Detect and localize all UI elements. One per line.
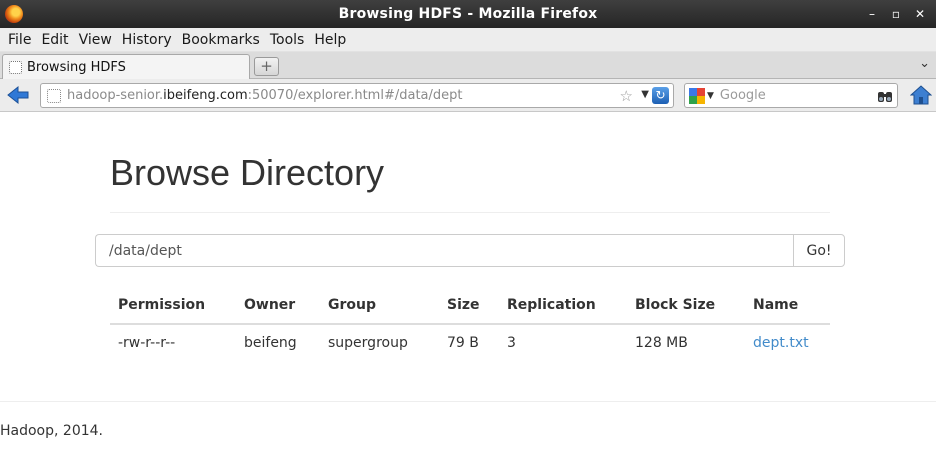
menu-bar: File Edit View History Bookmarks Tools H… — [0, 28, 936, 52]
close-icon[interactable]: ✕ — [910, 4, 930, 24]
maximize-icon[interactable]: ▫ — [886, 4, 906, 24]
menu-tools[interactable]: Tools — [265, 32, 310, 48]
cell-permission: -rw-r--r-- — [118, 335, 176, 351]
search-engine-selector[interactable]: ▼ — [689, 87, 714, 104]
url-bar[interactable]: hadoop-senior.ibeifeng.com:50070/explore… — [40, 83, 674, 108]
tab-browsing-hdfs[interactable]: Browsing HDFS — [2, 54, 250, 79]
reload-icon[interactable]: ↻ — [652, 87, 669, 104]
go-button[interactable]: Go! — [793, 234, 845, 267]
page-content: Browse Directory Go! Permission Owner Gr… — [0, 112, 936, 450]
cell-replication: 3 — [507, 335, 516, 351]
menu-history[interactable]: History — [117, 32, 177, 48]
column-header-replication[interactable]: Replication — [499, 286, 627, 325]
tab-label: Browsing HDFS — [27, 59, 126, 75]
footer-divider — [0, 401, 936, 402]
column-header-group[interactable]: Group — [320, 286, 439, 325]
bookmark-star-icon[interactable]: ☆ — [620, 87, 633, 105]
window-titlebar: Browsing HDFS - Mozilla Firefox – ▫ ✕ — [0, 0, 936, 28]
heading-divider — [110, 212, 830, 213]
url-dropdown-icon[interactable]: ▼ — [641, 89, 649, 100]
search-input[interactable]: Google — [720, 88, 766, 103]
directory-path-input[interactable] — [95, 234, 793, 267]
column-header-block-size[interactable]: Block Size — [627, 286, 745, 325]
search-bar[interactable]: ▼ Google — [684, 83, 898, 108]
back-arrow-icon[interactable] — [6, 85, 30, 105]
column-header-permission[interactable]: Permission — [110, 286, 236, 325]
google-icon — [689, 87, 705, 104]
footer-text: Hadoop, 2014. — [0, 423, 103, 439]
table-header-row: Permission Owner Group Size Replication … — [110, 286, 830, 325]
tab-list-chevron-icon[interactable]: ⌄ — [919, 56, 930, 71]
cell-block-size: 128 MB — [635, 335, 688, 351]
menu-view[interactable]: View — [74, 32, 117, 48]
minimize-icon[interactable]: – — [862, 4, 882, 24]
menu-bookmarks[interactable]: Bookmarks — [177, 32, 265, 48]
binoculars-icon[interactable] — [877, 88, 893, 104]
page-icon — [9, 60, 22, 74]
cell-size: 79 B — [447, 335, 479, 351]
cell-owner: beifeng — [244, 335, 297, 351]
column-header-name[interactable]: Name — [745, 286, 830, 325]
directory-path-form: Go! — [95, 234, 845, 267]
site-identity-icon[interactable] — [47, 88, 61, 103]
chevron-down-icon: ▼ — [707, 90, 714, 101]
firefox-icon — [5, 5, 23, 23]
new-tab-button[interactable]: + — [254, 57, 279, 76]
cell-name: dept.txt — [745, 324, 830, 361]
navigation-bar: hadoop-senior.ibeifeng.com:50070/explore… — [0, 79, 936, 112]
menu-edit[interactable]: Edit — [36, 32, 73, 48]
directory-listing-table: Permission Owner Group Size Replication … — [110, 286, 830, 361]
window-controls: – ▫ ✕ — [862, 4, 930, 24]
column-header-size[interactable]: Size — [439, 286, 499, 325]
menu-file[interactable]: File — [3, 32, 36, 48]
column-header-owner[interactable]: Owner — [236, 286, 320, 325]
window-title: Browsing HDFS - Mozilla Firefox — [338, 6, 598, 22]
table-row: -rw-r--r-- beifeng supergroup 79 B 3 128… — [110, 324, 830, 361]
cell-group: supergroup — [328, 335, 408, 351]
url-text[interactable]: hadoop-senior.ibeifeng.com:50070/explore… — [67, 88, 463, 103]
tab-strip: Browsing HDFS + ⌄ — [0, 52, 936, 79]
home-icon[interactable] — [910, 85, 932, 105]
page-title: Browse Directory — [110, 152, 385, 193]
file-link[interactable]: dept.txt — [753, 335, 809, 351]
menu-help[interactable]: Help — [309, 32, 351, 48]
